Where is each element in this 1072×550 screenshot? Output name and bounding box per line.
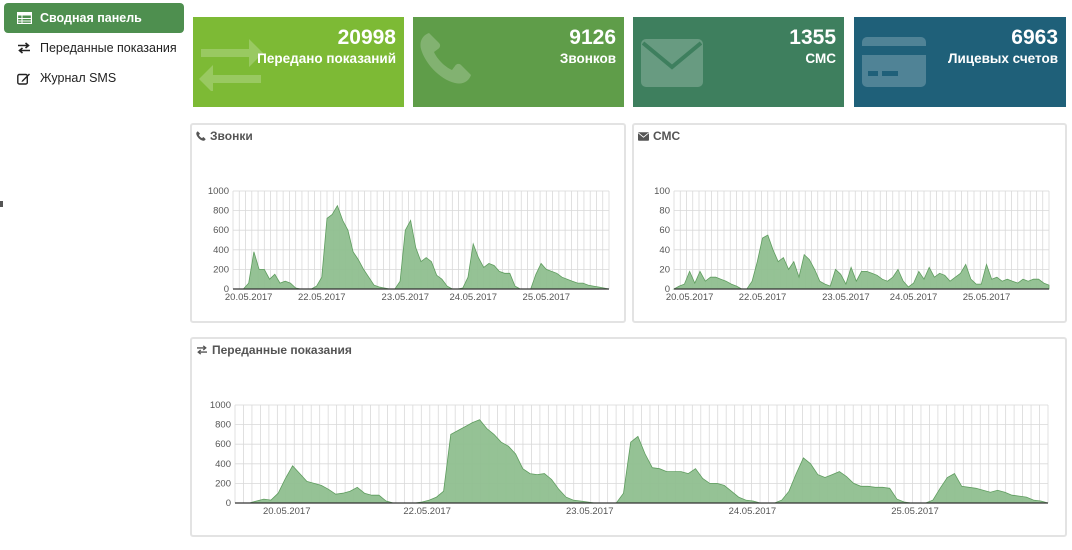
y-tick-label: 600 [213,225,229,236]
sidebar-item-label: Журнал SMS [40,71,117,85]
tile-value: 20998 [337,26,396,49]
credit-card-icon [862,37,926,92]
y-tick-label: 200 [213,264,229,275]
x-tick-label: 22.05.2017 [739,292,787,303]
x-tick-label: 24.05.2017 [449,292,497,303]
y-tick-label: 600 [215,439,231,450]
sidebar-item-label: Сводная панель [40,11,142,25]
panel-calls-chart: Звонки 0 200 400 600 800 1000 20.05.2017 22.05.… [190,123,626,323]
panel-sms-chart: СМС 0 20 40 60 80 100 20.05.2017 22.05.2017 23.0… [632,123,1067,323]
envelope-icon [641,39,703,92]
panel-readings-chart: Переданные показания 0 200 400 600 800 1000 20… [190,337,1067,537]
x-tick-label: 22.05.2017 [298,292,346,303]
y-tick-label: 400 [213,245,229,256]
y-tick-label: 0 [226,498,231,509]
tile-calls[interactable]: 9126 Звонков [413,17,624,107]
sidebar-item-label: Переданные показания [40,41,177,55]
tile-label: СМС [805,51,836,66]
page-edge-marker [0,201,3,207]
tile-label: Передано показаний [257,51,396,66]
y-tick-label: 400 [215,459,231,470]
x-tick-label: 20.05.2017 [263,506,311,517]
x-tick-label: 22.05.2017 [403,506,451,517]
y-tick-label: 60 [659,225,670,236]
sidebar-item-sms-log[interactable]: Журнал SMS [4,63,184,93]
sidebar-item-dashboard[interactable]: Сводная панель [4,3,184,33]
x-tick-label: 23.05.2017 [822,292,870,303]
y-tick-label: 20 [659,264,670,275]
y-tick-label: 1000 [208,186,229,197]
y-tick-label: 200 [215,478,231,489]
tile-sms[interactable]: 1355 СМС [633,17,844,107]
tile-accounts[interactable]: 6963 Лицевых счетов [854,17,1066,107]
x-tick-label: 25.05.2017 [963,292,1011,303]
sidebar: Сводная панель Переданные показания Журн… [0,0,186,550]
exchange-arrows-icon [199,33,263,96]
y-tick-label: 80 [659,206,670,217]
tile-label: Звонков [559,51,616,66]
edit-icon [16,71,32,85]
y-tick-label: 800 [215,420,231,431]
tile-value: 6963 [1011,26,1058,49]
x-tick-label: 25.05.2017 [891,506,939,517]
tile-label: Лицевых счетов [948,51,1058,66]
tile-value: 9126 [569,26,616,49]
exchange-arrows-icon [16,41,32,55]
sms-area-chart: 02040608010020.05.2017 22.05.2017 23.05.20… [654,186,1050,303]
y-tick-label: 1000 [210,400,231,411]
y-tick-label: 40 [659,245,670,256]
tile-readings[interactable]: 20998 Передано показаний [193,17,404,107]
x-tick-label: 20.05.2017 [666,292,714,303]
sidebar-item-readings[interactable]: Переданные показания [4,33,184,63]
calls-area-chart: 0200400600800100020.05.2017 22.05.2017 23.… [208,186,610,303]
y-tick-label: 100 [654,186,670,197]
x-tick-label: 24.05.2017 [890,292,938,303]
x-tick-label: 20.05.2017 [225,292,273,303]
x-tick-label: 24.05.2017 [729,506,777,517]
readings-area-chart: 0 200 400 600 800 1000 20.05.2017 22.05.2017 23.… [210,400,1049,517]
phone-icon [419,31,473,90]
x-tick-label: 25.05.2017 [523,292,571,303]
x-tick-label: 23.05.2017 [382,292,430,303]
x-tick-label: 23.05.2017 [566,506,614,517]
y-tick-label: 800 [213,206,229,217]
tile-value: 1355 [789,26,836,49]
table-icon [16,11,32,25]
